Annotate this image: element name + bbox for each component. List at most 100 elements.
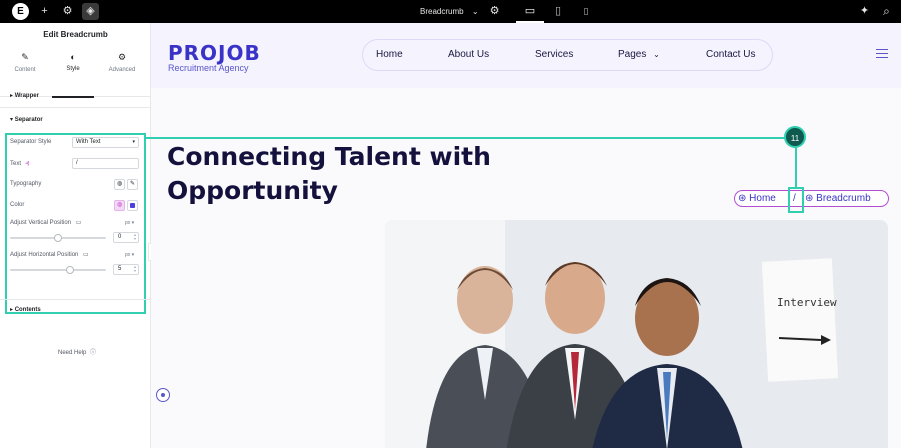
vertical-unit[interactable]: px ▾ [125,220,134,226]
text-label-text: Text [10,161,22,167]
contrast-icon: ◐ [70,52,76,62]
section-separator[interactable]: ▾ Separator [0,116,151,123]
step-number-badge: 11 [784,126,806,148]
separator-text-input[interactable]: / [72,158,139,169]
color-swatch-fill [130,203,135,208]
gear-icon: ⚙ [117,52,127,62]
section-wrapper[interactable]: ▸ Wrapper [0,92,151,99]
divider [0,299,151,300]
structure-icon[interactable]: ◈ [82,3,99,20]
stepper-icon[interactable]: ▴ ▾ [134,265,136,273]
breadcrumb-current-label: Breadcrumb [816,193,871,204]
page-settings-icon[interactable]: ⚙ [486,3,503,20]
site-header: PROJOB Recruitment Agency Home About Us … [151,23,901,88]
site-nav: Home About Us Services Pages ⌄ Contact U… [362,39,773,71]
panel-tabs: ✎ Content ◐ Style ⚙ Advanced [0,47,151,98]
document-title-text: Breadcrumb [420,7,464,16]
divider [0,107,151,108]
hero-photo: Interview [385,220,888,448]
hero-headline: Connecting Talent with Opportunity [167,140,507,208]
section-wrapper-label: Wrapper [14,93,39,99]
nav-pages-label: Pages [618,49,647,60]
nav-pages[interactable]: Pages ⌄ [618,49,660,60]
breadcrumb-home-label: Home [749,193,776,204]
editor-panel: Edit Breadcrumb ✎ Content ◐ Style ⚙ Adva… [0,23,151,448]
pencil-icon: ✎ [21,52,29,62]
document-title[interactable]: Breadcrumb ⌄ [420,0,479,23]
breadcrumb-current: ⊛ Breadcrumb [805,193,871,204]
vertical-position-value: 0 [118,234,122,240]
team-photo-illustration: Interview [385,220,888,448]
stepper-icon[interactable]: ▴ ▾ [134,233,136,241]
edit-typography-icon[interactable]: ✎ [127,179,138,190]
scroll-indicator[interactable] [156,388,170,402]
question-icon: ⓘ [90,350,97,356]
breadcrumb: ⊛ Home / ⊛ Breadcrumb [734,190,889,207]
separator-style-value: With Text [76,139,101,145]
hamburger-menu-icon[interactable] [876,49,888,59]
site-logo[interactable]: PROJOB [168,41,261,65]
interview-sign-text: Interview [777,296,837,309]
horizontal-unit[interactable]: px ▾ [125,252,134,258]
typography-label: Typography [10,181,42,187]
breadcrumb-home[interactable]: ⊛ Home [738,193,776,204]
tab-content[interactable]: ✎ Content [0,52,50,73]
search-icon[interactable]: ⌕ [878,3,895,20]
tab-advanced-label: Advanced [108,67,136,73]
chevron-down-icon: ⌄ [471,7,479,16]
section-separator-label: Separator [14,117,43,123]
tab-content-label: Content [14,67,36,73]
elementor-logo-icon[interactable]: E [12,3,29,20]
nav-services[interactable]: Services [535,49,573,60]
horizontal-slider-handle[interactable] [66,266,74,274]
horizontal-slider-track[interactable] [10,269,106,271]
color-swatch[interactable] [127,200,138,211]
vertical-position-input[interactable]: 0 ▴ ▾ [113,232,139,243]
horizontal-position-text: Adjust Horizontal Position [10,252,79,258]
callout-line [146,137,796,139]
nav-home[interactable]: Home [376,49,403,60]
need-help-text: Need Help [58,350,87,356]
vertical-slider-handle[interactable] [54,234,62,242]
desktop-icon: ▭ [83,252,89,258]
mobile-view-icon[interactable]: ▯ [572,0,600,23]
dynamic-tags-icon[interactable]: ⊰ [25,161,30,167]
hero-headline-line2: Opportunity [167,176,338,205]
horizontal-position-input[interactable]: 5 ▴ ▾ [113,264,139,275]
hero-headline-line1: Connecting Talent with [167,142,491,171]
vertical-position-label: Adjust Vertical Position ▭ [10,219,81,226]
desktop-icon: ▭ [75,220,82,226]
nav-about[interactable]: About Us [448,49,489,60]
tablet-view-icon[interactable]: ▯ [544,0,572,23]
chevron-down-icon: ⌄ [653,50,660,59]
horizontal-position-label: Adjust Horizontal Position ▭ [10,251,89,258]
page-icon: ⊛ [805,193,814,204]
separator-style-select[interactable]: With Text ▾ [72,137,139,148]
separator-style-label: Separator Style [10,139,52,145]
notifications-icon[interactable]: ✦ [856,3,873,20]
text-label: Text ⊰ [10,160,30,167]
nav-contact[interactable]: Contact Us [706,49,755,60]
site-logo-tagline: Recruitment Agency [168,63,249,73]
globe-icon[interactable]: ◍ [114,179,125,190]
site-preview: PROJOB Recruitment Agency Home About Us … [151,23,901,448]
tab-style[interactable]: ◐ Style [48,52,98,72]
vertical-position-text: Adjust Vertical Position [10,220,72,226]
caret-down-icon: ▾ [132,139,135,145]
tab-advanced[interactable]: ⚙ Advanced [97,52,147,73]
panel-title: Edit Breadcrumb [43,30,108,39]
global-color-icon[interactable]: ◍ [114,200,125,211]
section-contents[interactable]: ▸ Contents [0,306,151,313]
separator-highlight-marker [788,187,804,213]
desktop-view-icon[interactable]: ▭ [516,0,544,23]
editor-topbar: E + ⚙ ◈ Breadcrumb ⌄ ⚙ ▭ ▯ ▯ ✦ ⌕ [0,0,901,23]
home-icon: ⊛ [738,193,747,204]
section-contents-label: Contents [14,307,41,313]
need-help-link[interactable]: Need Help ⓘ [58,347,96,356]
color-label: Color [10,202,25,208]
horizontal-unit-text: px [125,252,131,258]
add-element-icon[interactable]: + [36,3,53,20]
vertical-unit-text: px [125,220,131,226]
horizontal-position-value: 5 [118,266,122,272]
site-settings-icon[interactable]: ⚙ [59,3,76,20]
